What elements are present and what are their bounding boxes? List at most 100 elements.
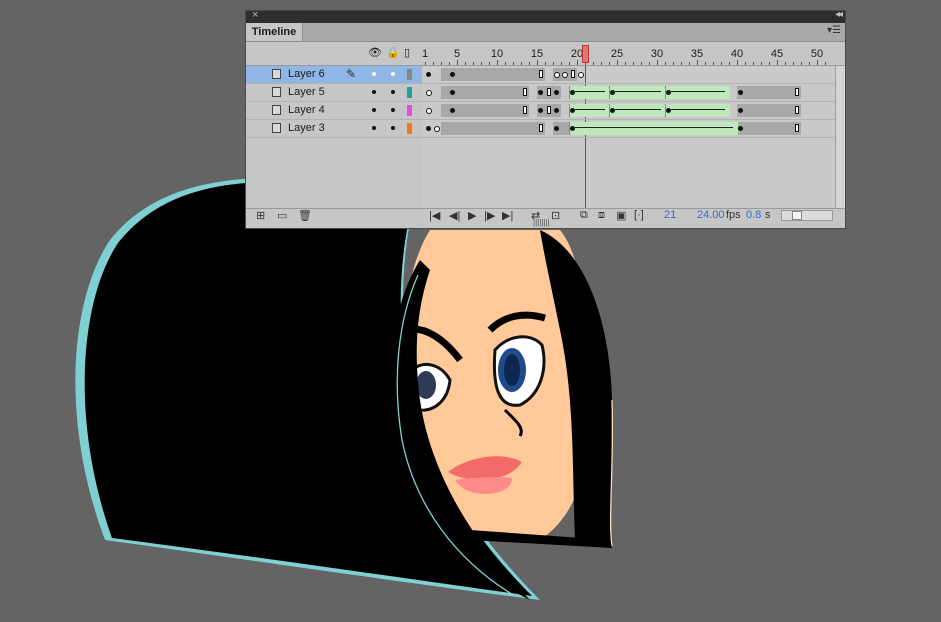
keyframe[interactable] bbox=[426, 72, 431, 77]
keyframe[interactable] bbox=[450, 108, 455, 113]
motion-tween-span[interactable] bbox=[665, 86, 730, 99]
frame-end-marker[interactable] bbox=[539, 124, 543, 132]
motion-tween-span[interactable] bbox=[569, 104, 610, 117]
new-layer-icon[interactable]: ⊞ bbox=[256, 209, 265, 222]
layer-name[interactable]: Layer 5 bbox=[288, 86, 325, 98]
layer-color-swatch[interactable] bbox=[407, 105, 412, 116]
keyframe[interactable] bbox=[538, 108, 543, 113]
layer-row[interactable]: Layer 6 ✎ bbox=[246, 66, 422, 84]
layer-row[interactable]: Layer 4 bbox=[246, 102, 422, 120]
step-forward-icon[interactable]: |▶ bbox=[484, 209, 495, 222]
keyframe[interactable] bbox=[610, 90, 615, 95]
lock-icon[interactable]: 🔒 bbox=[386, 46, 400, 59]
scroll-thumb[interactable] bbox=[792, 211, 802, 220]
tab-timeline[interactable]: Timeline bbox=[246, 23, 303, 41]
motion-tween-span[interactable] bbox=[609, 104, 666, 117]
keyframe[interactable] bbox=[570, 90, 575, 95]
lock-dot[interactable] bbox=[391, 108, 395, 112]
keyframe[interactable] bbox=[738, 108, 743, 113]
frame-span[interactable] bbox=[441, 68, 545, 81]
visibility-dot[interactable] bbox=[372, 126, 376, 130]
keyframe[interactable] bbox=[738, 126, 743, 131]
keyframe[interactable] bbox=[450, 72, 455, 77]
delete-layer-icon[interactable]: 🗑 bbox=[298, 209, 312, 222]
keyframe[interactable] bbox=[426, 126, 431, 131]
close-icon[interactable]: × bbox=[252, 11, 258, 21]
layer-name[interactable]: Layer 4 bbox=[288, 104, 325, 116]
keyframe[interactable] bbox=[538, 90, 543, 95]
layer-color-swatch[interactable] bbox=[407, 87, 412, 98]
frame-ruler[interactable]: 1 5 10 15 20 25 30 35 40 45 50 bbox=[422, 42, 836, 65]
layer-row[interactable]: Layer 5 bbox=[246, 84, 422, 102]
lock-dot[interactable] bbox=[391, 126, 395, 130]
horizontal-scrollbar[interactable] bbox=[781, 210, 833, 221]
frame-grid[interactable] bbox=[422, 66, 836, 208]
frame-end-marker[interactable] bbox=[795, 124, 799, 132]
first-frame-icon[interactable]: |◀ bbox=[429, 209, 440, 222]
play-icon[interactable]: ▶ bbox=[468, 209, 476, 222]
frame-end-marker[interactable] bbox=[523, 88, 527, 96]
blank-keyframe[interactable] bbox=[562, 72, 568, 78]
current-frame-value[interactable]: 21 bbox=[664, 209, 676, 221]
onion-skin-icon[interactable]: ⧉ bbox=[580, 209, 588, 222]
modify-markers-icon[interactable]: [·] bbox=[634, 209, 644, 221]
frame-end-marker[interactable] bbox=[523, 106, 527, 114]
frame-span[interactable] bbox=[441, 122, 545, 135]
step-back-icon[interactable]: ◀| bbox=[449, 209, 460, 222]
vertical-scrollbar[interactable] bbox=[835, 66, 845, 208]
edit-multiple-icon[interactable]: ▣ bbox=[616, 209, 626, 222]
visibility-dot[interactable] bbox=[372, 108, 376, 112]
eye-icon[interactable]: 👁 bbox=[368, 46, 382, 59]
motion-tween-span[interactable] bbox=[569, 86, 610, 99]
lock-dot[interactable] bbox=[391, 90, 395, 94]
frame-end-marker[interactable] bbox=[795, 106, 799, 114]
layer-color-swatch[interactable] bbox=[407, 69, 412, 80]
frame-row[interactable] bbox=[422, 66, 836, 84]
keyframe[interactable] bbox=[570, 108, 575, 113]
layer-name[interactable]: Layer 6 bbox=[288, 68, 325, 80]
layer-color-swatch[interactable] bbox=[407, 123, 412, 134]
keyframe[interactable] bbox=[738, 90, 743, 95]
last-frame-icon[interactable]: ▶| bbox=[502, 209, 513, 222]
frame-row[interactable] bbox=[422, 84, 836, 102]
visibility-dot[interactable] bbox=[372, 72, 376, 76]
frame-rate-value[interactable]: 24.00 bbox=[697, 209, 725, 221]
collapse-icon[interactable]: ◂◂ bbox=[835, 11, 843, 20]
new-folder-icon[interactable]: ▭ bbox=[277, 209, 287, 222]
frame-span[interactable] bbox=[737, 104, 801, 117]
panel-menu-icon[interactable]: ▾☰ bbox=[827, 25, 841, 36]
frame-span[interactable] bbox=[737, 122, 801, 135]
onion-outline-icon[interactable]: ⧈ bbox=[598, 209, 605, 222]
elapsed-time-value[interactable]: 0.8 bbox=[746, 209, 761, 221]
blank-keyframe[interactable] bbox=[426, 90, 432, 96]
frame-end-marker[interactable] bbox=[539, 70, 543, 78]
blank-keyframe[interactable] bbox=[554, 72, 560, 78]
layer-row[interactable]: Layer 3 bbox=[246, 120, 422, 138]
keyframe[interactable] bbox=[666, 90, 671, 95]
frame-end-marker[interactable] bbox=[571, 70, 575, 78]
keyframe[interactable] bbox=[610, 108, 615, 113]
keyframe[interactable] bbox=[570, 126, 575, 131]
frame-end-marker[interactable] bbox=[795, 88, 799, 96]
motion-tween-span[interactable] bbox=[609, 86, 666, 99]
visibility-dot[interactable] bbox=[372, 90, 376, 94]
keyframe[interactable] bbox=[554, 90, 559, 95]
keyframe[interactable] bbox=[554, 126, 559, 131]
blank-keyframe[interactable] bbox=[434, 126, 440, 132]
frame-end-marker[interactable] bbox=[547, 88, 551, 96]
frame-row[interactable] bbox=[422, 102, 836, 120]
resize-grip-icon[interactable]: |||||||| bbox=[533, 218, 550, 227]
keyframe[interactable] bbox=[666, 108, 671, 113]
center-frame-icon[interactable]: ⊡ bbox=[551, 209, 560, 222]
motion-tween-span[interactable] bbox=[569, 122, 738, 135]
layer-name[interactable]: Layer 3 bbox=[288, 122, 325, 134]
playhead-handle[interactable] bbox=[582, 45, 589, 63]
blank-keyframe[interactable] bbox=[426, 108, 432, 114]
keyframe[interactable] bbox=[450, 90, 455, 95]
frame-row[interactable] bbox=[422, 120, 836, 138]
motion-tween-span[interactable] bbox=[665, 104, 730, 117]
blank-keyframe[interactable] bbox=[578, 72, 584, 78]
frame-span[interactable] bbox=[737, 86, 801, 99]
outline-icon[interactable]: ▯ bbox=[404, 46, 410, 59]
keyframe[interactable] bbox=[554, 108, 559, 113]
